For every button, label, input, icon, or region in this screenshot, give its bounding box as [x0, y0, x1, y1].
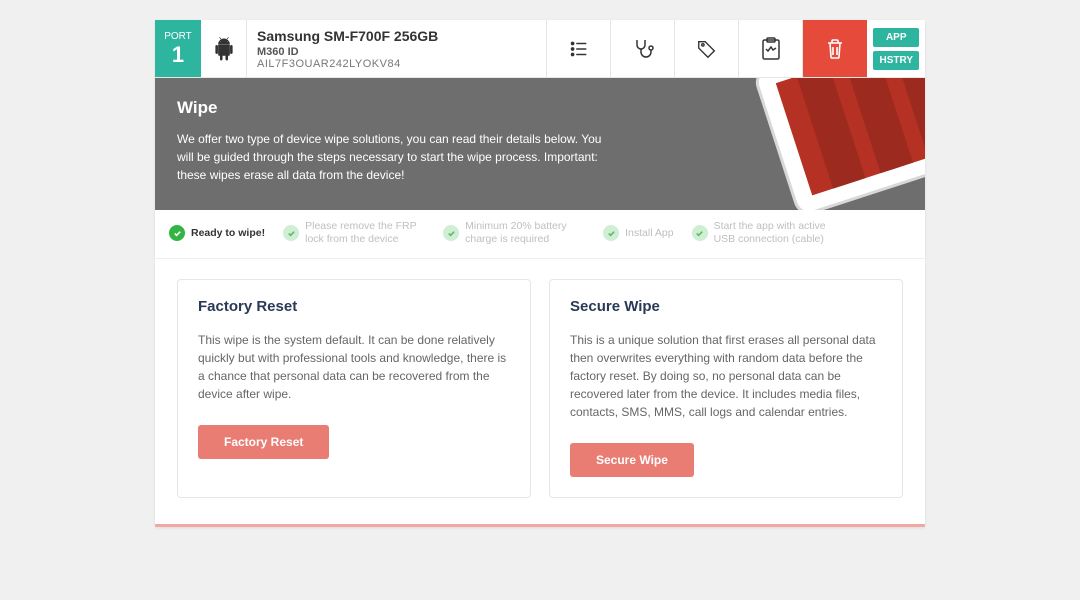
tablet-graphic-icon	[665, 78, 925, 210]
status-battery: Minimum 20% battery charge is required	[443, 220, 585, 246]
card-title: Secure Wipe	[570, 298, 882, 315]
status-label: Please remove the FRP lock from the devi…	[305, 220, 425, 246]
m360-label: M360 ID	[257, 46, 536, 58]
device-info: Samsung SM-F700F 256GB M360 ID AIL7F3OUA…	[247, 20, 547, 77]
side-buttons: APP HSTRY	[867, 20, 925, 77]
status-label: Minimum 20% battery charge is required	[465, 220, 585, 246]
check-icon	[283, 225, 299, 241]
diagnostics-icon[interactable]	[611, 20, 675, 77]
android-icon	[201, 20, 247, 77]
card-desc: This is a unique solution that first era…	[570, 331, 882, 421]
card-title: Factory Reset	[198, 298, 510, 315]
port-label: PORT	[164, 31, 192, 42]
trash-icon[interactable]	[803, 20, 867, 77]
status-label: Install App	[625, 227, 673, 240]
footer-strip	[155, 524, 925, 527]
check-icon	[443, 225, 459, 241]
status-frp: Please remove the FRP lock from the devi…	[283, 220, 425, 246]
status-label: Start the app with active USB connection…	[714, 220, 844, 246]
status-label: Ready to wipe!	[191, 227, 265, 240]
m360-value: AIL7F3OUAR242LYOKV84	[257, 58, 536, 70]
hstry-button[interactable]: HSTRY	[873, 51, 919, 70]
hero-text: We offer two type of device wipe solutio…	[177, 130, 617, 184]
secure-wipe-card: Secure Wipe This is a unique solution th…	[549, 279, 903, 498]
header-bar: PORT 1 Samsung SM-F700F 256GB M360 ID AI…	[155, 20, 925, 78]
check-icon	[603, 225, 619, 241]
cards-container: Factory Reset This wipe is the system de…	[155, 259, 925, 524]
check-icon	[692, 225, 708, 241]
status-ready: Ready to wipe!	[169, 225, 265, 241]
port-number: 1	[172, 44, 184, 66]
hero-banner: Wipe We offer two type of device wipe so…	[155, 78, 925, 210]
report-icon[interactable]	[739, 20, 803, 77]
list-icon[interactable]	[547, 20, 611, 77]
app-window: PORT 1 Samsung SM-F700F 256GB M360 ID AI…	[155, 20, 925, 527]
tag-icon[interactable]	[675, 20, 739, 77]
status-install: Install App	[603, 225, 673, 241]
device-name: Samsung SM-F700F 256GB	[257, 28, 536, 44]
check-icon	[169, 225, 185, 241]
card-desc: This wipe is the system default. It can …	[198, 331, 510, 403]
status-usb: Start the app with active USB connection…	[692, 220, 844, 246]
secure-wipe-button[interactable]: Secure Wipe	[570, 443, 694, 477]
status-row: Ready to wipe! Please remove the FRP loc…	[155, 210, 925, 259]
factory-reset-button[interactable]: Factory Reset	[198, 425, 329, 459]
port-badge: PORT 1	[155, 20, 201, 77]
factory-reset-card: Factory Reset This wipe is the system de…	[177, 279, 531, 498]
app-button[interactable]: APP	[873, 28, 919, 47]
